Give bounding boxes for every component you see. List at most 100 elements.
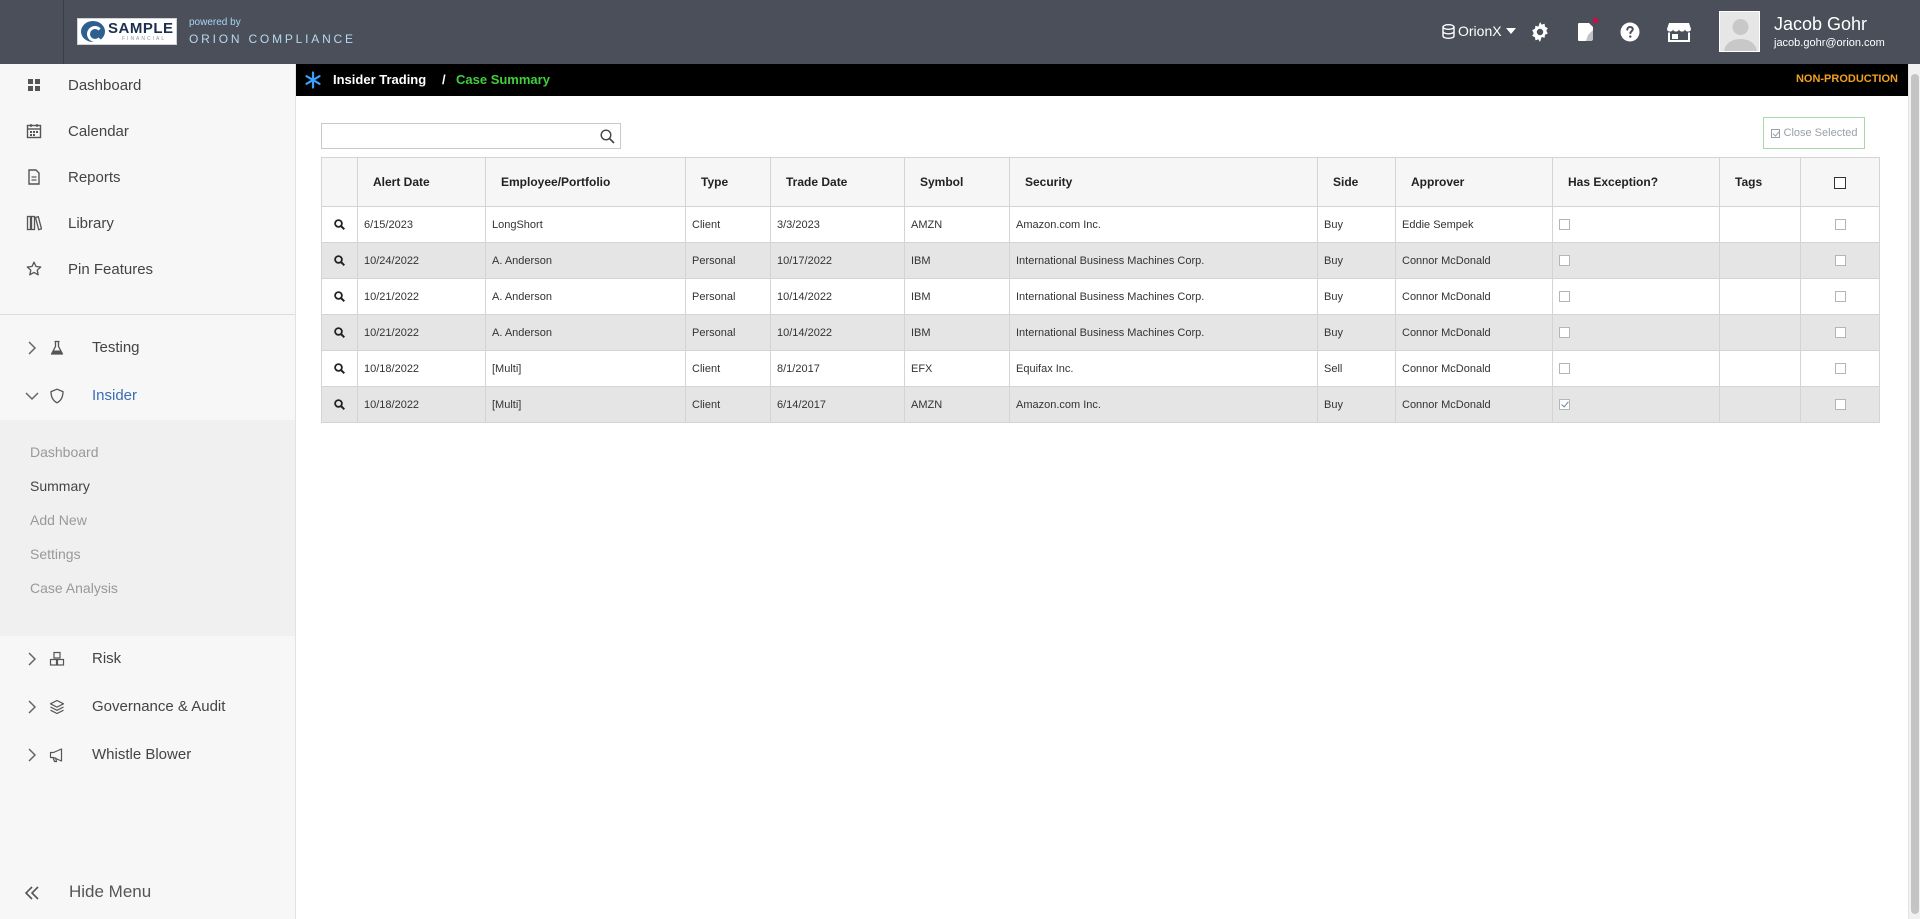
column-header-approver[interactable]: Approver: [1395, 157, 1553, 207]
magnifier-icon[interactable]: [334, 363, 346, 375]
sidebar-item-calendar[interactable]: Calendar: [0, 111, 295, 151]
column-header-security[interactable]: Security: [1009, 157, 1318, 207]
sidebar-divider: [0, 314, 295, 315]
chevron-right-icon: [28, 700, 37, 714]
magnifier-icon[interactable]: [334, 219, 346, 231]
grid-icon: [28, 79, 40, 91]
search-input[interactable]: [322, 124, 620, 148]
column-header-tags[interactable]: Tags: [1719, 157, 1801, 207]
cell-type: Personal: [685, 242, 771, 279]
row-select-checkbox[interactable]: [1834, 255, 1846, 267]
cell-security: Amazon.com Inc.: [1009, 386, 1318, 423]
exception-checkbox[interactable]: [1559, 399, 1570, 411]
search-field[interactable]: [321, 123, 621, 149]
store-button[interactable]: [1666, 20, 1692, 44]
sidebar-group-insider[interactable]: Insider: [0, 376, 295, 416]
table-row[interactable]: 6/15/2023 LongShort Client 3/3/2023 AMZN Amaz…: [321, 206, 1880, 243]
notes-button[interactable]: [1574, 17, 1599, 44]
cell-employee-portfolio: [Multi]: [485, 386, 686, 423]
cell-side: Buy: [1317, 206, 1396, 243]
library-icon: [26, 215, 42, 231]
column-header-side[interactable]: Side: [1317, 157, 1396, 207]
view-cell: [321, 206, 358, 243]
magnifier-icon[interactable]: [334, 255, 346, 267]
notes-icon: [1578, 23, 1593, 41]
select-all-checkbox[interactable]: [1834, 176, 1846, 189]
cell-has-exception: [1552, 242, 1720, 279]
sidebar-group-whistle-blower[interactable]: Whistle Blower: [0, 735, 295, 775]
magnifier-icon[interactable]: [334, 327, 346, 339]
sidebar-item-label: Dashboard: [68, 76, 142, 94]
cell-employee-portfolio: A. Anderson: [485, 278, 686, 315]
magnifier-icon[interactable]: [334, 399, 346, 411]
double-chevron-left-icon: [24, 886, 39, 900]
scrollbar-thumb[interactable]: [1911, 74, 1919, 914]
sidebar-group-label: Insider: [92, 387, 138, 404]
flask-icon: [50, 340, 64, 355]
cell-trade-date: 10/14/2022: [770, 278, 905, 315]
breadcrumb: Insider Trading / Case Summary NON-PRODU…: [296, 64, 1908, 96]
table-row[interactable]: 10/18/2022 [Multi] Client 6/14/2017 AMZN Amaz…: [321, 386, 1880, 423]
sidebar-item-dashboard[interactable]: Dashboard: [0, 65, 295, 105]
column-header-symbol[interactable]: Symbol: [904, 157, 1010, 207]
sidebar-group-risk[interactable]: Risk: [0, 639, 295, 679]
row-select-checkbox[interactable]: [1834, 399, 1846, 411]
column-header-employee-portfolio[interactable]: Employee/Portfolio: [485, 157, 686, 207]
view-cell: [321, 278, 358, 315]
column-header-trade-date[interactable]: Trade Date: [770, 157, 905, 207]
header-gutter: [0, 0, 64, 64]
cell-tags: [1719, 314, 1801, 351]
company-logo[interactable]: SAMPLE FINANCIAL: [77, 18, 177, 45]
sidebar-item-reports[interactable]: Reports: [0, 157, 295, 197]
cell-side: Buy: [1317, 278, 1396, 315]
exception-checkbox[interactable]: [1559, 255, 1570, 267]
hide-menu-button[interactable]: Hide Menu: [0, 876, 295, 910]
magnifier-icon[interactable]: [334, 291, 346, 303]
cell-type: Client: [685, 350, 771, 387]
sidebar-item-library[interactable]: Library: [0, 203, 295, 243]
top-header: SAMPLE FINANCIAL powered by ORION COMPLI…: [0, 0, 1920, 64]
table-row[interactable]: 10/21/2022 A. Anderson Personal 10/14/2022 I…: [321, 278, 1880, 315]
asterisk-icon: [305, 71, 321, 89]
submenu-item-add-new[interactable]: Add New: [30, 512, 87, 528]
sidebar-group-governance-audit[interactable]: Governance & Audit: [0, 687, 295, 727]
cell-select: [1800, 278, 1880, 315]
database-selector[interactable]: OrionX: [1442, 21, 1520, 41]
column-header-type[interactable]: Type: [685, 157, 771, 207]
row-select-checkbox[interactable]: [1834, 291, 1846, 303]
exception-checkbox[interactable]: [1559, 219, 1570, 231]
avatar-silhouette-icon: [1720, 12, 1759, 51]
row-select-checkbox[interactable]: [1834, 219, 1846, 231]
table-row[interactable]: 10/24/2022 A. Anderson Personal 10/17/2022 I…: [321, 242, 1880, 279]
table-row[interactable]: 10/18/2022 [Multi] Client 8/1/2017 EFX Equifa…: [321, 350, 1880, 387]
row-select-checkbox[interactable]: [1834, 363, 1846, 375]
exception-checkbox[interactable]: [1559, 291, 1570, 303]
cell-approver: Connor McDonald: [1395, 386, 1553, 423]
table-row[interactable]: 10/21/2022 A. Anderson Personal 10/14/2022 I…: [321, 314, 1880, 351]
submenu-item-summary[interactable]: Summary: [30, 478, 90, 494]
cell-trade-date: 10/14/2022: [770, 314, 905, 351]
exception-checkbox[interactable]: [1559, 327, 1570, 339]
submenu-item-settings[interactable]: Settings: [30, 546, 81, 562]
brand-label: ORION COMPLIANCE: [189, 32, 356, 46]
exception-checkbox[interactable]: [1559, 363, 1570, 375]
page-scrollbar[interactable]: [1908, 64, 1920, 919]
column-header-has-exception[interactable]: Has Exception?: [1552, 157, 1720, 207]
submenu-item-case-analysis[interactable]: Case Analysis: [30, 580, 118, 596]
cell-tags: [1719, 278, 1801, 315]
column-header-alert-date[interactable]: Alert Date: [357, 157, 486, 207]
settings-button[interactable]: [1528, 20, 1552, 44]
sidebar-group-testing[interactable]: Testing: [0, 328, 295, 368]
breadcrumb-root[interactable]: Insider Trading: [333, 72, 426, 87]
breadcrumb-separator: /: [442, 72, 446, 87]
help-button[interactable]: [1618, 20, 1642, 44]
search-icon[interactable]: [600, 129, 615, 144]
user-name[interactable]: Jacob Gohr: [1774, 14, 1867, 35]
submenu-item-dashboard[interactable]: Dashboard: [30, 444, 99, 460]
row-select-checkbox[interactable]: [1834, 327, 1846, 339]
avatar[interactable]: [1719, 11, 1760, 52]
cell-tags: [1719, 386, 1801, 423]
close-selected-button[interactable]: Close Selected: [1763, 117, 1865, 149]
sidebar-item-pin-features[interactable]: Pin Features: [0, 249, 295, 289]
cell-trade-date: 3/3/2023: [770, 206, 905, 243]
